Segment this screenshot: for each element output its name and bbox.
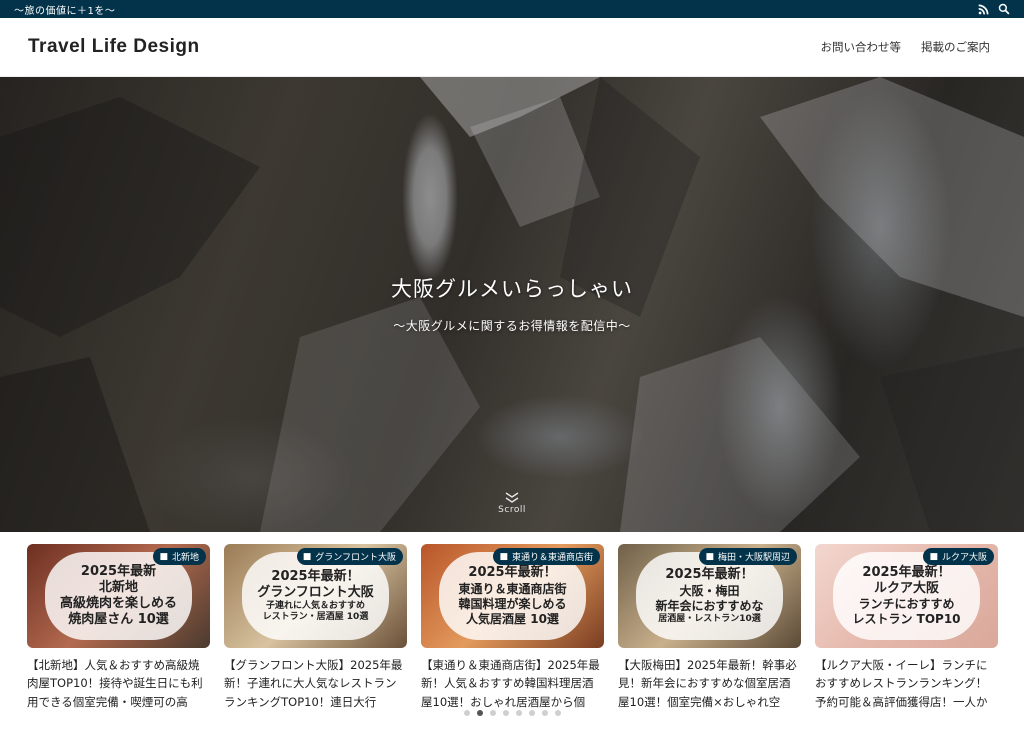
thumbnail-caption: 2025年最新！ 東通り＆東通商店街 韓国料理が楽しめる 人気居酒屋 10選 bbox=[439, 552, 586, 640]
folder-icon: ■ bbox=[159, 551, 168, 562]
category-label: グランフロント大阪 bbox=[315, 553, 396, 563]
post-card[interactable]: 2025年最新！ ルクア大阪 ランチにおすすめ レストラン TOP10 ■ ルクア… bbox=[815, 544, 998, 722]
thumb-line: 新年会におすすめな bbox=[655, 598, 764, 613]
top-bar: 〜旅の価値に＋1を〜 bbox=[0, 0, 1024, 18]
thumb-line: 焼肉屋さん 10選 bbox=[68, 612, 169, 628]
category-badge[interactable]: ■ グランフロント大阪 bbox=[296, 548, 403, 565]
pagination-dot[interactable] bbox=[489, 710, 496, 716]
pagination-dot[interactable] bbox=[541, 710, 548, 716]
thumbnail-caption: 2025年最新！ グランフロント大阪 子連れに人気＆おすすめ レストラン・居酒屋… bbox=[242, 552, 389, 640]
thumbnail-caption: 2025年最新！ ルクア大阪 ランチにおすすめ レストラン TOP10 bbox=[833, 552, 980, 640]
pickup-carousel: 2025年最新 北新地 高級焼肉を楽しめる 焼肉屋さん 10選 ■ 北新地 【北新… bbox=[0, 532, 1024, 722]
thumbnail-caption: 2025年最新 北新地 高級焼肉を楽しめる 焼肉屋さん 10選 bbox=[45, 552, 192, 640]
post-card[interactable]: 2025年最新！ 大阪・梅田 新年会におすすめな 居酒屋・レストラン10選 ■ 梅… bbox=[618, 544, 801, 722]
site-header: Travel Life Design お問い合わせ等 掲載のご案内 bbox=[0, 18, 1024, 77]
pagination-dot[interactable] bbox=[554, 710, 561, 716]
folder-icon: ■ bbox=[302, 551, 312, 562]
nav-item-advertising[interactable]: 掲載のご案内 bbox=[921, 39, 990, 55]
category-badge[interactable]: ■ 梅田・大阪駅周辺 bbox=[699, 548, 797, 565]
post-thumbnail[interactable]: 2025年最新 北新地 高級焼肉を楽しめる 焼肉屋さん 10選 ■ 北新地 bbox=[27, 544, 210, 648]
hero-subtitle: 〜大阪グルメに関するお得情報を配信中〜 bbox=[393, 319, 631, 333]
pagination-dot[interactable] bbox=[463, 710, 470, 716]
post-thumbnail[interactable]: 2025年最新！ ルクア大阪 ランチにおすすめ レストラン TOP10 ■ ルクア… bbox=[815, 544, 998, 648]
category-badge[interactable]: ■ 東通り＆東通商店街 bbox=[493, 548, 600, 565]
topbar-icons bbox=[978, 3, 1010, 15]
thumb-line: ルクア大阪 bbox=[873, 581, 939, 596]
post-thumbnail[interactable]: 2025年最新！ 大阪・梅田 新年会におすすめな 居酒屋・レストラン10選 ■ 梅… bbox=[618, 544, 801, 648]
folder-icon: ■ bbox=[705, 551, 714, 562]
post-card[interactable]: 2025年最新！ 東通り＆東通商店街 韓国料理が楽しめる 人気居酒屋 10選 ■… bbox=[421, 544, 604, 722]
thumb-line: レストラン TOP10 bbox=[852, 612, 961, 627]
category-label: ルクア大阪 bbox=[941, 553, 987, 563]
carousel-pagination bbox=[0, 710, 1024, 716]
thumb-line: レストラン・居酒屋 10選 bbox=[262, 612, 369, 623]
folder-icon: ■ bbox=[929, 551, 938, 562]
post-card[interactable]: 2025年最新 北新地 高級焼肉を楽しめる 焼肉屋さん 10選 ■ 北新地 【北新… bbox=[27, 544, 210, 722]
thumb-line: 人気居酒屋 10選 bbox=[466, 611, 559, 626]
folder-icon: ■ bbox=[499, 551, 508, 562]
chevron-down-icon bbox=[505, 492, 519, 503]
thumb-line: 東通り＆東通商店街 bbox=[458, 581, 567, 596]
post-title[interactable]: 【大阪梅田】2025年最新！幹事必見！新年会におすすめな個室居酒屋10選！個室完… bbox=[618, 656, 801, 714]
thumb-line: グランフロント大阪 bbox=[257, 584, 374, 600]
rss-icon[interactable] bbox=[978, 4, 989, 15]
hero-banner: 大阪グルメいらっしゃい 〜大阪グルメに関するお得情報を配信中〜 Scroll bbox=[0, 77, 1024, 532]
hero-text: 大阪グルメいらっしゃい 〜大阪グルメに関するお得情報を配信中〜 bbox=[0, 273, 1024, 334]
post-title[interactable]: 【東通り＆東通商店街】2025年最新！人気＆おすすめ韓国料理居酒屋10選！おしゃ… bbox=[421, 656, 604, 714]
thumb-line: 2025年最新！ bbox=[468, 565, 557, 581]
post-title[interactable]: 【グランフロント大阪】2025年最新！子連れに大人気なレストランランキングTOP… bbox=[224, 656, 407, 714]
category-badge[interactable]: ■ 北新地 bbox=[153, 548, 206, 565]
site-tagline: 〜旅の価値に＋1を〜 bbox=[14, 5, 116, 17]
thumb-line: 子連れに人気＆おすすめ bbox=[265, 601, 365, 611]
scroll-label: Scroll bbox=[498, 505, 526, 515]
thumb-line: ランチにおすすめ bbox=[858, 597, 955, 612]
post-thumbnail[interactable]: 2025年最新！ グランフロント大阪 子連れに人気＆おすすめ レストラン・居酒屋… bbox=[224, 544, 407, 648]
nav-item-contact[interactable]: お問い合わせ等 bbox=[821, 39, 902, 55]
search-icon[interactable] bbox=[998, 3, 1010, 15]
global-nav: お問い合わせ等 掲載のご案内 bbox=[821, 39, 991, 55]
site-logo[interactable]: Travel Life Design bbox=[28, 36, 200, 58]
thumb-line: 2025年最新！ bbox=[665, 567, 754, 583]
thumb-line: 大阪・梅田 bbox=[679, 583, 740, 598]
pagination-dot[interactable] bbox=[515, 710, 522, 716]
thumb-line: 北新地 bbox=[98, 579, 138, 595]
thumb-line: 韓国料理が楽しめる bbox=[458, 596, 567, 611]
thumb-line: 2025年最新！ bbox=[862, 564, 951, 580]
post-thumbnail[interactable]: 2025年最新！ 東通り＆東通商店街 韓国料理が楽しめる 人気居酒屋 10選 ■… bbox=[421, 544, 604, 648]
thumbnail-caption: 2025年最新！ 大阪・梅田 新年会におすすめな 居酒屋・レストラン10選 bbox=[636, 552, 783, 640]
category-label: 北新地 bbox=[171, 553, 199, 563]
pagination-dot[interactable] bbox=[502, 710, 509, 716]
pagination-dot[interactable] bbox=[476, 710, 483, 716]
thumb-line: 高級焼肉を楽しめる bbox=[59, 596, 177, 611]
scroll-indicator[interactable]: Scroll bbox=[0, 491, 1024, 515]
post-card[interactable]: 2025年最新！ グランフロント大阪 子連れに人気＆おすすめ レストラン・居酒屋… bbox=[224, 544, 407, 722]
thumb-line: 2025年最新 bbox=[80, 563, 157, 579]
category-label: 東通り＆東通商店街 bbox=[511, 553, 593, 563]
post-title[interactable]: 【ルクア大阪・イーレ】ランチにおすすめレストランランキング！予約可能＆高評価獲得… bbox=[815, 656, 998, 714]
post-title[interactable]: 【北新地】人気＆おすすめ高級焼肉屋TOP10！接待や誕生日にも利用できる個室完備… bbox=[27, 656, 210, 714]
pagination-dot[interactable] bbox=[528, 710, 535, 716]
category-badge[interactable]: ■ ルクア大阪 bbox=[923, 548, 994, 565]
category-label: 梅田・大阪駅周辺 bbox=[717, 553, 790, 563]
hero-title: 大阪グルメいらっしゃい bbox=[391, 277, 633, 301]
thumb-line: 2025年最新！ bbox=[271, 568, 360, 584]
thumb-line: 居酒屋・レストラン10選 bbox=[658, 613, 761, 624]
